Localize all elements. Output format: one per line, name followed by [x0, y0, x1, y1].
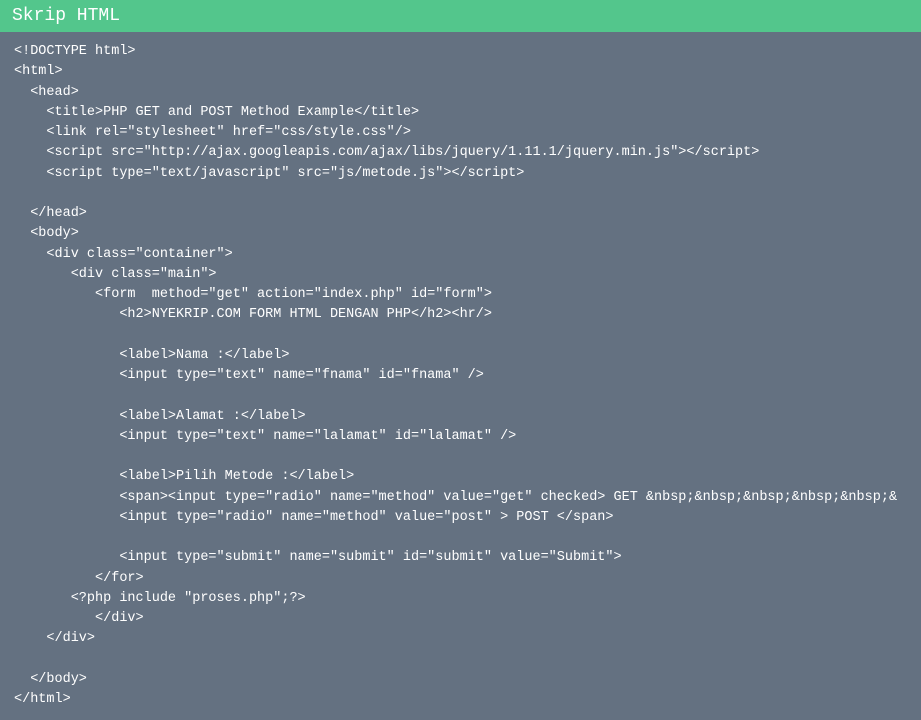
code-text: <!DOCTYPE html> <html> <head> <title>PHP…: [14, 44, 897, 707]
code-block-title: Skrip HTML: [0, 0, 921, 32]
header-title-text: Skrip HTML: [12, 6, 120, 26]
code-content: <!DOCTYPE html> <html> <head> <title>PHP…: [0, 32, 921, 720]
